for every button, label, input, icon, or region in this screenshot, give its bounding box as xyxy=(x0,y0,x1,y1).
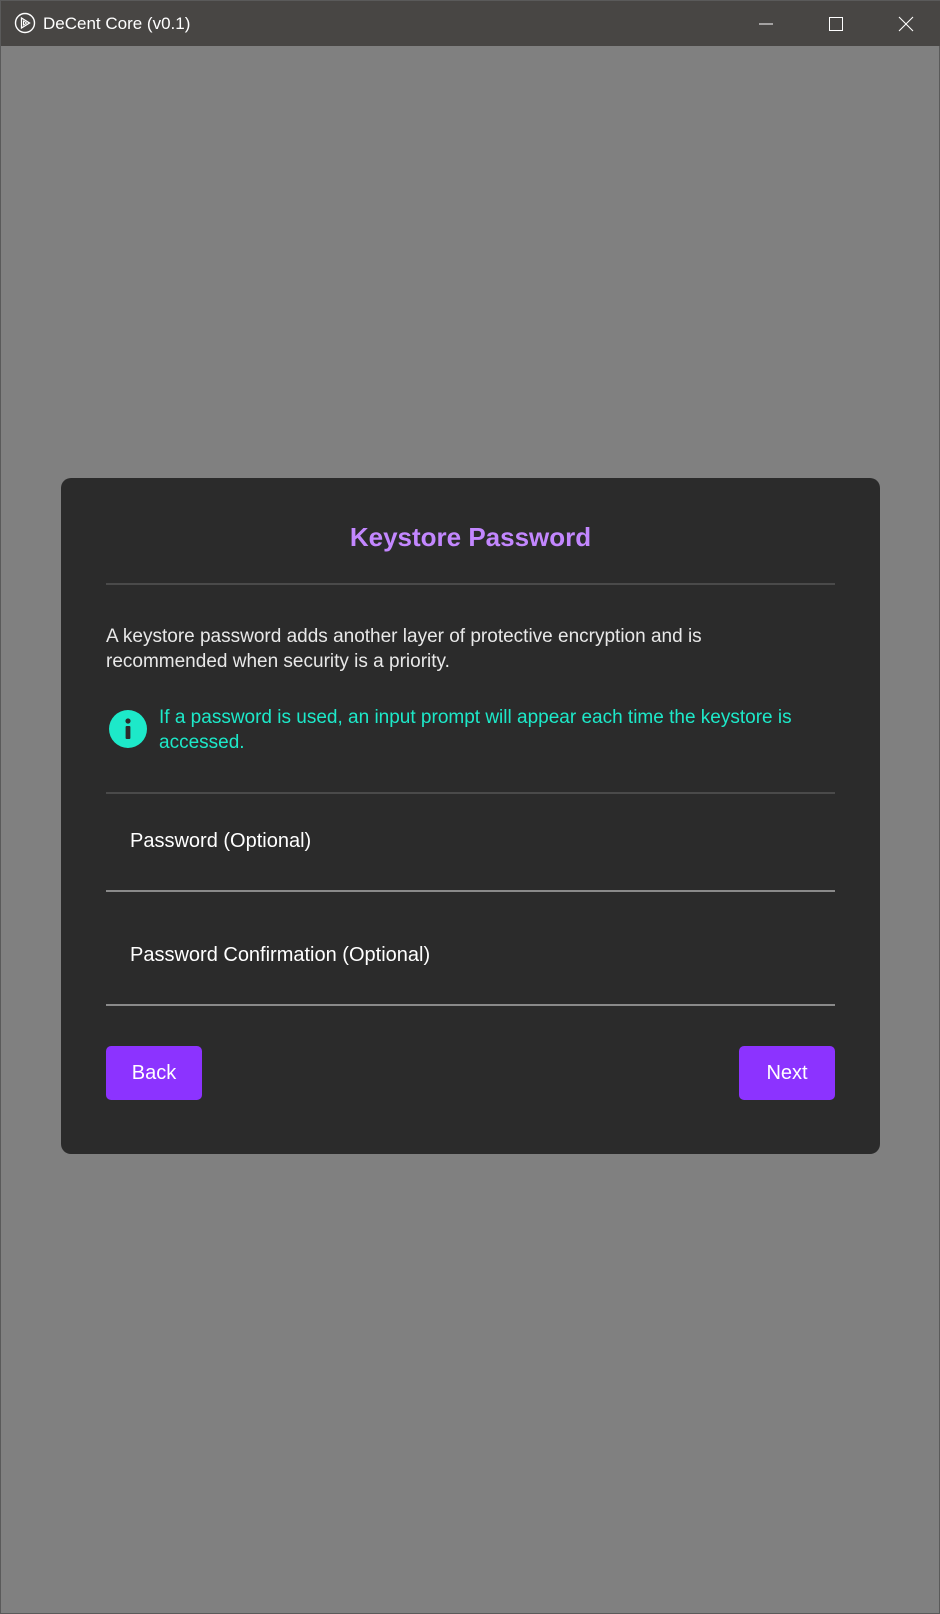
keystore-password-dialog: Keystore Password A keystore password ad… xyxy=(61,478,880,1154)
password-confirmation-underline xyxy=(106,1004,835,1006)
password-confirmation-input[interactable] xyxy=(106,906,835,1006)
password-underline xyxy=(106,890,835,892)
close-button[interactable] xyxy=(871,1,940,46)
maximize-icon xyxy=(829,16,843,31)
dialog-description: A keystore password adds another layer o… xyxy=(106,626,702,672)
title-divider xyxy=(106,583,835,585)
minimize-icon xyxy=(759,23,773,24)
app-window: DeCent Core (v0.1) Keystore Password A k… xyxy=(0,0,940,1614)
maximize-button[interactable] xyxy=(801,1,871,46)
window-title: DeCent Core (v0.1) xyxy=(43,14,191,33)
password-confirmation-field[interactable]: Password Confirmation (Optional) xyxy=(106,906,835,1006)
title-bar[interactable]: DeCent Core (v0.1) xyxy=(1,1,940,46)
back-button[interactable]: Back xyxy=(106,1046,202,1100)
close-icon xyxy=(898,16,914,31)
app-logo-icon xyxy=(14,12,36,34)
info-message: If a password is used, an input prompt w… xyxy=(159,707,792,753)
password-input[interactable] xyxy=(106,792,835,892)
next-button[interactable]: Next xyxy=(739,1046,835,1100)
password-field[interactable]: Password (Optional) xyxy=(106,792,835,892)
minimize-button[interactable] xyxy=(731,1,801,46)
dialog-title: Keystore Password xyxy=(349,522,592,552)
info-icon xyxy=(109,710,147,748)
